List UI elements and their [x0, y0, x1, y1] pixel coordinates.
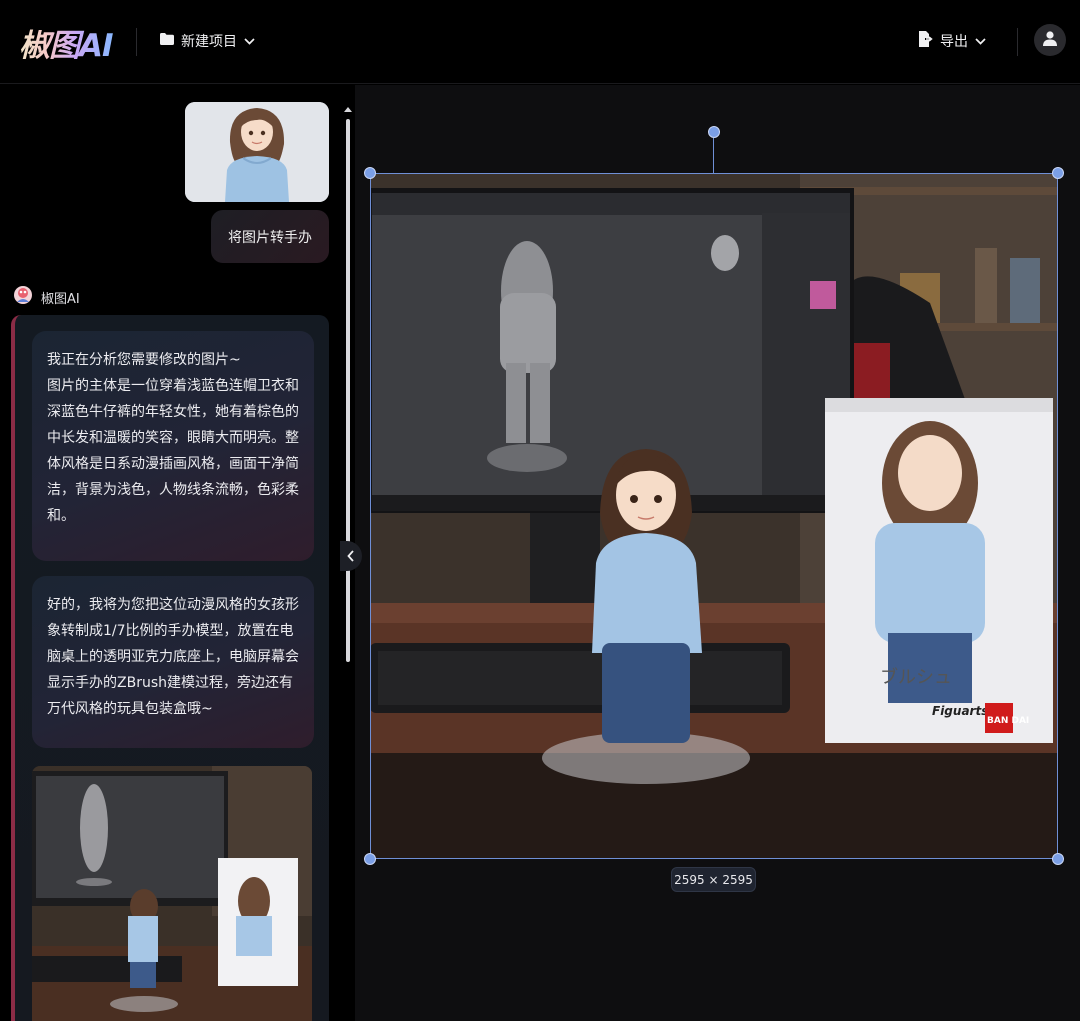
ai-message: 我正在分析您需要修改的图片~ 图片的主体是一位穿着浅蓝色连帽卫衣和深蓝色牛仔裤的…: [32, 331, 314, 561]
resize-handle-top-left[interactable]: [364, 167, 376, 179]
dimensions-label: 2595 × 2595: [674, 872, 753, 887]
folder-icon: [160, 33, 174, 49]
scroll-up-arrow[interactable]: [344, 107, 352, 112]
header-divider: [136, 28, 137, 56]
box-brand-bandai: BAN DAI: [987, 716, 1029, 726]
export-menu-button[interactable]: 导出: [918, 28, 986, 54]
chat-scrollbar[interactable]: [346, 119, 350, 662]
generated-image-thumbnail[interactable]: [32, 766, 312, 1021]
user-message-text: 将图片转手办: [228, 229, 312, 246]
user-message-bubble: 将图片转手办: [211, 210, 329, 263]
chevron-down-icon: [975, 33, 986, 49]
ai-message-text: 我正在分析您需要修改的图片~ 图片的主体是一位穿着浅蓝色连帽卫衣和深蓝色牛仔裤的…: [47, 352, 299, 524]
app-logo[interactable]: 椒图AI: [19, 20, 114, 65]
user-avatar-button[interactable]: [1034, 24, 1066, 56]
ai-name: 椒图AI: [41, 291, 80, 307]
rotation-connector: [713, 138, 714, 173]
ai-avatar-icon: [13, 285, 33, 309]
ai-message: 好的，我将为您把这位动漫风格的女孩形象转制成1/7比例的手办模型，放置在电脑桌上…: [32, 576, 314, 748]
user-icon: [1043, 30, 1057, 50]
box-text: ブルシュ: [880, 666, 952, 688]
box-brand-figuarts: Figuarts: [932, 704, 988, 718]
export-label: 导出: [940, 34, 968, 50]
uploaded-image-thumbnail[interactable]: [185, 102, 329, 202]
export-file-icon: [918, 31, 933, 51]
project-menu-button[interactable]: 新建项目: [160, 28, 255, 54]
chat-panel: 将图片转手办 椒图AI 我正在分析您需要修改的图片~ 图片的主体是一位穿着浅蓝色…: [0, 85, 355, 1021]
resize-handle-bottom-right[interactable]: [1052, 853, 1064, 865]
project-label: 新建项目: [181, 34, 237, 50]
ai-sender-label: 椒图AI: [13, 285, 80, 309]
chevron-left-icon: [347, 547, 355, 566]
chevron-down-icon: [244, 33, 255, 49]
image-dimensions-badge: 2595 × 2595: [671, 867, 756, 892]
resize-handle-bottom-left[interactable]: [364, 853, 376, 865]
top-bar: 椒图AI 新建项目 导出: [0, 0, 1080, 84]
header-divider: [1017, 28, 1018, 56]
ai-message-text: 好的，我将为您把这位动漫风格的女孩形象转制成1/7比例的手办模型，放置在电脑桌上…: [47, 597, 299, 717]
resize-handle-top-right[interactable]: [1052, 167, 1064, 179]
generated-image[interactable]: ブルシュ Figuarts BAN DAI: [370, 173, 1058, 859]
rotate-handle[interactable]: [708, 126, 720, 138]
